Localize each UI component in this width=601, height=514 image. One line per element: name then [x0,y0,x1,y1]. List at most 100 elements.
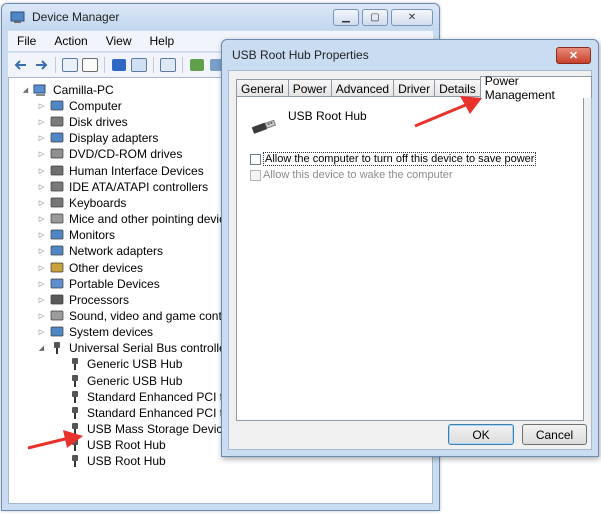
usb-plug-icon [67,455,83,468]
tree-category-12[interactable]: ▷ Processors [37,292,129,308]
usb-device-item[interactable]: Generic USB Hub [67,373,182,389]
tab-power-management[interactable]: Power Management [479,74,592,102]
scan-hardware-button[interactable] [159,56,177,74]
usb-device-item[interactable]: USB Mass Storage Device [67,421,229,437]
system-devices-icon [49,326,65,339]
collapse-arrow-icon[interactable]: ◢ [21,86,30,94]
ide-controller-icon [49,180,65,193]
tree-category-6[interactable]: ▷ Keyboards [37,195,127,211]
toolbar-separator [104,57,105,73]
maximize-icon: ▢ [370,12,380,23]
allow-wake-label: Allow this device to wake the computer [263,169,453,181]
expand-arrow-icon[interactable]: ▷ [37,134,46,142]
forward-arrow-icon [36,60,48,70]
expand-arrow-icon[interactable]: ▷ [37,231,46,239]
properties-button[interactable] [81,56,99,74]
tree-root[interactable]: ◢ Camilla-PC [21,82,114,98]
annotation-arrow-root-hub [27,430,83,450]
keyboard-icon [49,196,65,209]
tree-category-11[interactable]: ▷ Portable Devices [37,276,160,292]
update-driver-icon [190,59,204,71]
tree-category-14[interactable]: ▷ System devices [37,324,153,340]
tree-category-0[interactable]: ▷ Computer [37,98,122,114]
close-icon: ✕ [568,50,579,62]
tree-category-4[interactable]: ▷ Human Interface Devices [37,163,204,179]
annotation-arrow-tab [414,96,482,128]
update-driver-button[interactable] [188,56,206,74]
back-button[interactable] [12,56,30,74]
other-devices-icon [49,261,65,274]
usb-device-item[interactable]: USB Root Hub [67,453,166,469]
close-button[interactable]: ✕ [391,9,433,26]
back-arrow-icon [14,60,26,70]
tree-category-15[interactable]: ◢ Universal Serial Bus controllers [37,340,236,356]
tree-category-2[interactable]: ▷ Display adapters [37,130,159,146]
expand-arrow-icon[interactable]: ▷ [37,328,46,336]
tree-category-7[interactable]: ▷ Mice and other pointing devices [37,211,238,227]
menu-action[interactable]: Action [45,34,96,48]
tree-category-label: Human Interface Devices [69,163,204,178]
tree-category-label: Disk drives [69,115,128,130]
mouse-icon [49,213,65,226]
device-manager-title: Device Manager [32,10,120,24]
dialog-title: USB Root Hub Properties [232,48,369,62]
help-icon [112,59,126,71]
allow-turn-off-checkbox[interactable] [250,153,261,165]
usb-device-item[interactable]: Generic USB Hub [67,356,182,372]
tree-category-3[interactable]: ▷ DVD/CD-ROM drives [37,146,183,162]
expand-arrow-icon[interactable]: ▷ [37,183,46,191]
usb-device-label: Generic USB Hub [87,357,183,372]
tree-category-label: Processors [69,292,130,307]
expand-arrow-icon[interactable]: ▷ [37,312,46,320]
expand-arrow-icon[interactable]: ▷ [37,247,46,255]
help-button[interactable] [110,56,128,74]
tree-category-10[interactable]: ▷ Other devices [37,260,143,276]
expand-arrow-icon[interactable]: ▷ [37,167,46,175]
expand-arrow-icon[interactable]: ▷ [37,296,46,304]
expand-arrow-icon[interactable]: ▷ [37,215,46,223]
tree-category-label: Keyboards [69,195,127,210]
dialog-close-button[interactable]: ✕ [556,47,591,64]
show-hide-console-tree-button[interactable] [61,56,79,74]
menu-help[interactable]: Help [141,34,184,48]
expand-arrow-icon[interactable]: ▷ [37,199,46,207]
maximize-button[interactable]: ▢ [362,9,388,26]
usb-device-label: USB Root Hub [87,454,166,469]
tree-category-label: Mice and other pointing devices [69,212,238,227]
collapse-arrow-icon[interactable]: ◢ [37,344,46,352]
tree-root-label: Camilla-PC [53,83,114,97]
tree-category-8[interactable]: ▷ Monitors [37,227,115,243]
view-button[interactable] [130,56,148,74]
forward-button[interactable] [32,56,50,74]
ok-button[interactable]: OK [448,424,514,445]
usb-device-label: Generic USB Hub [87,373,183,388]
menu-view[interactable]: View [97,34,141,48]
caption-buttons: ▁ ▢ ✕ [333,9,433,26]
usb-plug-icon [250,117,278,134]
device-name: USB Root Hub [288,109,367,123]
tree-category-9[interactable]: ▷ Network adapters [37,243,163,259]
close-icon: ✕ [407,12,417,23]
expand-arrow-icon[interactable]: ▷ [37,102,46,110]
minimize-button[interactable]: ▁ [333,9,359,26]
portable-device-icon [49,277,65,290]
allow-turn-off-option[interactable]: Allow the computer to turn off this devi… [250,152,537,166]
tree-category-label: System devices [69,325,154,340]
expand-arrow-icon[interactable]: ▷ [37,150,46,158]
cancel-button[interactable]: Cancel [522,424,587,445]
tree-category-label: DVD/CD-ROM drives [69,147,183,162]
tree-category-label: Network adapters [69,244,164,259]
allow-wake-option: Allow this device to wake the computer [250,169,453,181]
tree-category-1[interactable]: ▷ Disk drives [37,114,128,130]
expand-arrow-icon[interactable]: ▷ [37,264,46,272]
minimize-icon: ▁ [342,12,350,23]
allow-turn-off-label[interactable]: Allow the computer to turn off this devi… [263,152,537,166]
processor-icon [49,293,65,306]
usb-plug-icon [67,390,83,403]
expand-arrow-icon[interactable]: ▷ [37,118,46,126]
expand-arrow-icon[interactable]: ▷ [37,280,46,288]
tree-category-label: Other devices [69,260,144,275]
menu-file[interactable]: File [8,34,45,48]
tree-category-5[interactable]: ▷ IDE ATA/ATAPI controllers [37,179,208,195]
toolbar-separator [55,57,56,73]
